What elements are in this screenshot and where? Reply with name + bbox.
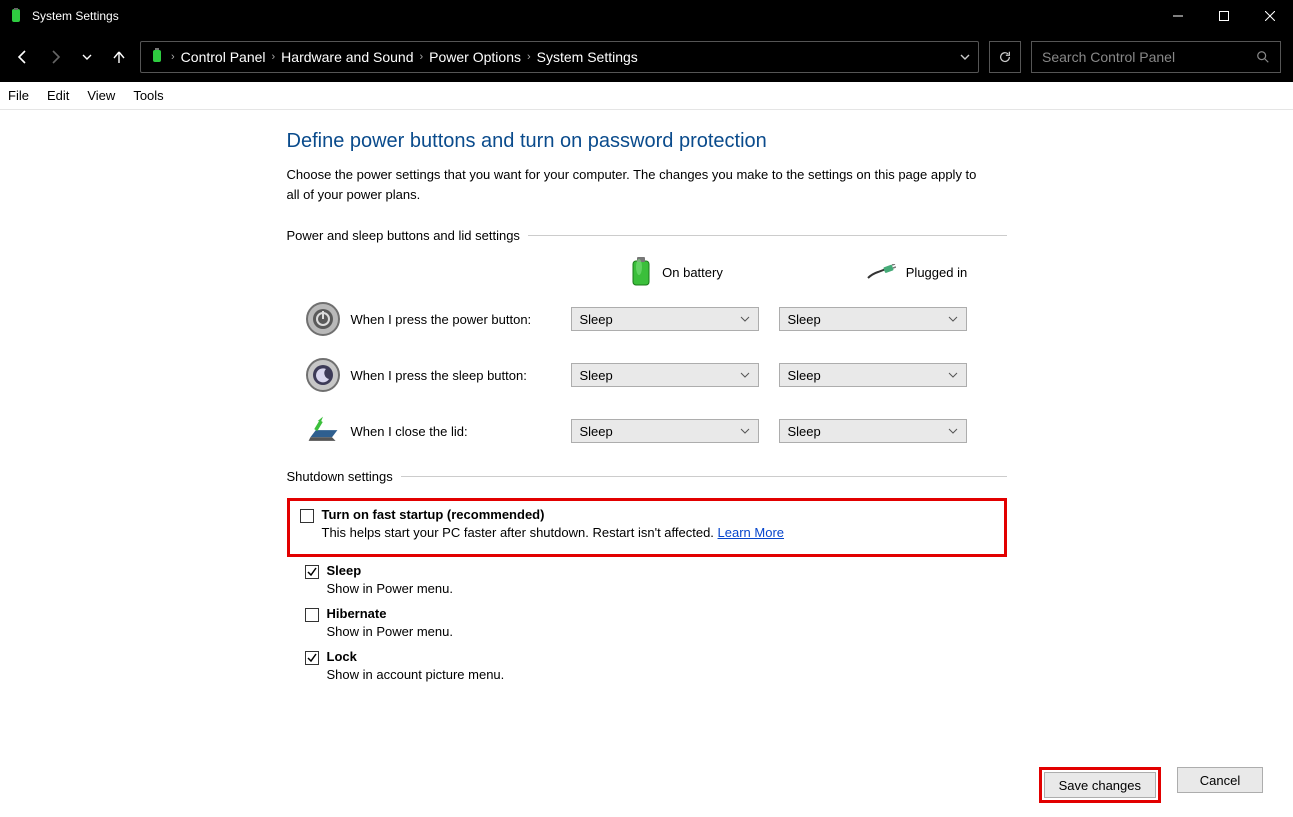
desc-hibernate: Show in Power menu. <box>327 624 1007 639</box>
menubar: File Edit View Tools <box>0 82 1293 110</box>
select-sleep-plugged[interactable]: Sleep <box>779 363 967 387</box>
power-button-icon <box>305 301 341 337</box>
highlight-fast-startup: Turn on fast startup (recommended) This … <box>287 498 1007 557</box>
page-title: Define power buttons and turn on passwor… <box>287 130 1007 153</box>
select-sleep-battery[interactable]: Sleep <box>571 363 759 387</box>
column-on-battery: On battery <box>587 257 767 287</box>
window-title: System Settings <box>32 9 1155 23</box>
app-icon <box>8 8 24 24</box>
checkbox-sleep[interactable] <box>305 565 319 579</box>
label-power-button: When I press the power button: <box>351 312 571 327</box>
label-close-lid: When I close the lid: <box>351 424 571 439</box>
select-power-battery[interactable]: Sleep <box>571 307 759 331</box>
sleep-button-icon <box>305 357 341 393</box>
section-shutdown: Shutdown settings <box>287 469 393 484</box>
link-learn-more[interactable]: Learn More <box>718 525 784 540</box>
page-description: Choose the power settings that you want … <box>287 165 987 204</box>
label-sleep-option: Sleep <box>327 563 362 578</box>
chevron-down-icon[interactable] <box>960 50 970 65</box>
breadcrumb-power-options[interactable]: Power Options <box>429 49 521 65</box>
label-fast-startup: Turn on fast startup (recommended) <box>322 507 545 522</box>
checkbox-fast-startup[interactable] <box>300 509 314 523</box>
refresh-button[interactable] <box>989 41 1021 73</box>
close-button[interactable] <box>1247 0 1293 32</box>
search-icon <box>1256 50 1270 64</box>
titlebar: System Settings <box>0 0 1293 32</box>
laptop-lid-icon <box>305 413 341 449</box>
select-lid-battery[interactable]: Sleep <box>571 419 759 443</box>
desc-lock: Show in account picture menu. <box>327 667 1007 682</box>
maximize-button[interactable] <box>1201 0 1247 32</box>
forward-button[interactable] <box>44 46 66 68</box>
row-sleep-button: When I press the sleep button: Sleep Sle… <box>287 357 1007 393</box>
select-lid-plugged[interactable]: Sleep <box>779 419 967 443</box>
breadcrumb-control-panel[interactable]: Control Panel <box>181 49 266 65</box>
label-lock: Lock <box>327 649 357 664</box>
navbar: › Control Panel › Hardware and Sound › P… <box>0 32 1293 82</box>
menu-edit[interactable]: Edit <box>47 88 69 103</box>
label-sleep-button: When I press the sleep button: <box>351 368 571 383</box>
cancel-button[interactable]: Cancel <box>1177 767 1263 793</box>
window-controls <box>1155 0 1293 32</box>
up-button[interactable] <box>108 46 130 68</box>
chevron-right-icon: › <box>419 51 423 63</box>
desc-sleep-option: Show in Power menu. <box>327 581 1007 596</box>
menu-view[interactable]: View <box>87 88 115 103</box>
divider <box>528 235 1007 236</box>
footer-buttons: Save changes Cancel <box>1039 767 1263 803</box>
search-placeholder: Search Control Panel <box>1042 49 1256 65</box>
breadcrumb-hardware-and-sound[interactable]: Hardware and Sound <box>281 49 413 65</box>
chevron-right-icon: › <box>171 51 175 63</box>
divider <box>401 476 1007 477</box>
select-power-plugged[interactable]: Sleep <box>779 307 967 331</box>
search-box[interactable]: Search Control Panel <box>1031 41 1281 73</box>
desc-fast-startup: This helps start your PC faster after sh… <box>322 525 718 540</box>
menu-tools[interactable]: Tools <box>133 88 163 103</box>
row-power-button: When I press the power button: Sleep Sle… <box>287 301 1007 337</box>
section-power-buttons: Power and sleep buttons and lid settings <box>287 228 520 243</box>
content-area: Define power buttons and turn on passwor… <box>0 110 1293 692</box>
highlight-save-button: Save changes <box>1039 767 1161 803</box>
save-button[interactable]: Save changes <box>1044 772 1156 798</box>
checkbox-hibernate[interactable] <box>305 608 319 622</box>
back-button[interactable] <box>12 46 34 68</box>
minimize-button[interactable] <box>1155 0 1201 32</box>
address-bar[interactable]: › Control Panel › Hardware and Sound › P… <box>140 41 979 73</box>
row-close-lid: When I close the lid: Sleep Sleep <box>287 413 1007 449</box>
recent-locations-button[interactable] <box>76 46 98 68</box>
chevron-right-icon: › <box>527 51 531 63</box>
battery-icon <box>149 48 165 67</box>
menu-file[interactable]: File <box>8 88 29 103</box>
breadcrumb-system-settings[interactable]: System Settings <box>537 49 638 65</box>
chevron-right-icon: › <box>272 51 276 63</box>
plug-icon <box>866 264 896 280</box>
battery-icon <box>630 257 652 287</box>
column-plugged-in: Plugged in <box>827 264 1007 280</box>
checkbox-lock[interactable] <box>305 651 319 665</box>
label-hibernate: Hibernate <box>327 606 387 621</box>
